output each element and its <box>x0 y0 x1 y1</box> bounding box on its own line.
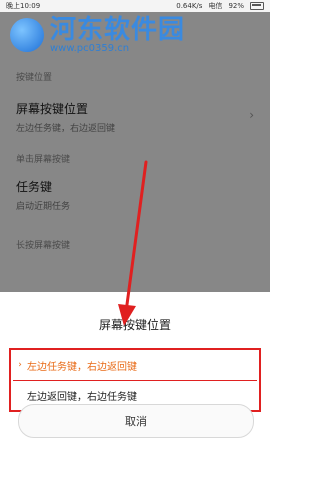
option-task-left-back-right[interactable]: › 左边任务键，右边返回键 <box>13 350 257 380</box>
selected-marker-icon: › <box>18 360 22 370</box>
watermark-logo-icon <box>10 18 44 52</box>
dialog-title: 屏幕按键位置 <box>98 318 171 332</box>
key-position-dialog: 屏幕按键位置 › 左边任务键，右边返回键 左边返回键，右边任务键 取消 <box>0 292 270 480</box>
battery-icon <box>250 2 264 10</box>
option-label: 左边返回键，右边任务键 <box>27 391 137 403</box>
status-bar: 晚上10:09 0.64K/s 电信 92% <box>0 0 270 12</box>
watermark-title: 河东软件园 <box>50 14 186 45</box>
status-indicators: 0.64K/s 电信 92% <box>176 1 264 11</box>
cancel-button[interactable]: 取消 <box>18 404 254 438</box>
status-time: 晚上10:09 <box>6 2 41 10</box>
watermark: 河东软件园 www.pc0359.cn <box>10 12 220 58</box>
options-highlight-box: › 左边任务键，右边返回键 左边返回键，右边任务键 <box>9 348 261 412</box>
battery-percent: 92% <box>228 2 244 10</box>
carrier-label: 电信 <box>208 2 223 10</box>
watermark-text: 河东软件园 www.pc0359.cn <box>50 17 185 54</box>
option-label: 左边任务键，右边返回键 <box>27 361 137 373</box>
watermark-url: www.pc0359.cn <box>50 42 130 54</box>
network-speed: 0.64K/s <box>176 2 203 10</box>
